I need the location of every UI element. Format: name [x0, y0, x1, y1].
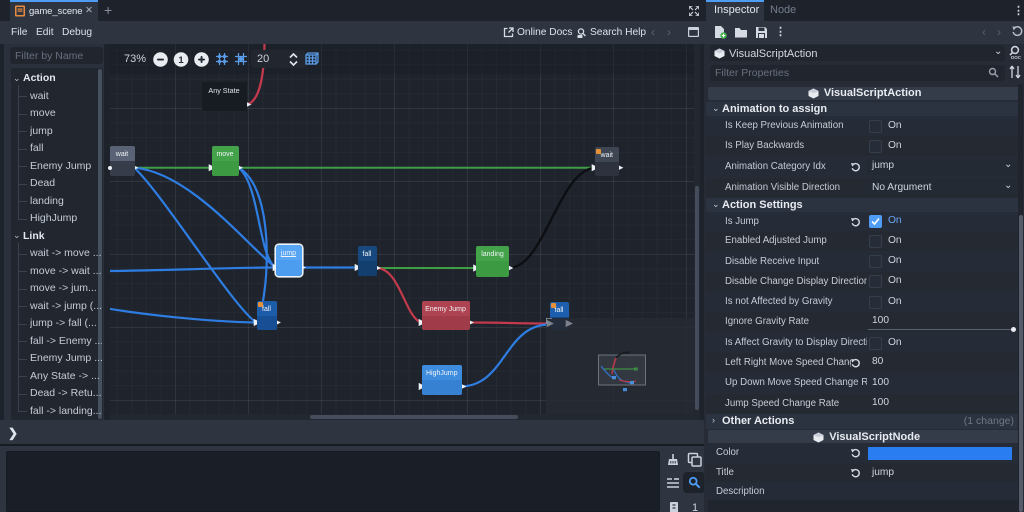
- svg-text:1: 1: [178, 54, 184, 65]
- svg-text:DOC: DOC: [1011, 55, 1022, 60]
